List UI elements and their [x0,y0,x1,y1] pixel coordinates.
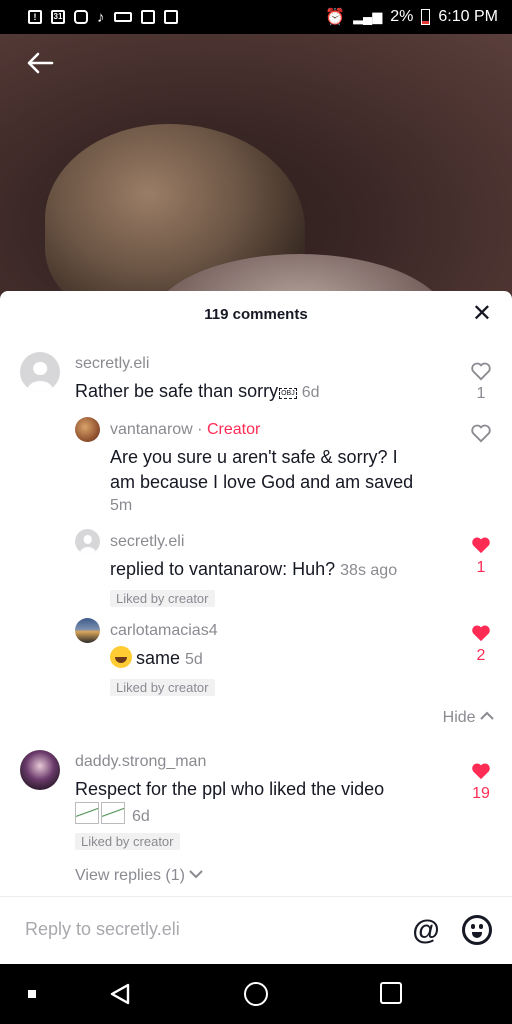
reply-item: secretly.eli replied to vantanarow: Huh?… [0,529,512,609]
heart-filled-icon [472,625,490,642]
comment-text: Rather be safe than sorry OBJ 6d [75,379,320,405]
battery-percent: 2% [390,8,414,25]
reply-username: vantanarow · Creator [110,421,260,439]
comment-body: Rather be safe than sorry [75,381,279,401]
reply-text-line-2: am because I love God and am saved [110,472,414,492]
avatar[interactable] [75,529,100,554]
creator-badge: Creator [206,421,261,438]
like-button[interactable] [470,423,492,443]
nav-recents-icon[interactable] [380,982,402,1004]
comment-time: 6d [301,384,320,401]
chart-decreasing-emoji-icon [101,802,125,824]
signal-icon: ▂▄▆ [353,9,383,24]
comments-count-title: 119 comments [204,305,308,323]
comment-item: secretly.eli Rather be safe than sorry OB… [0,349,512,409]
back-arrow-svg [27,52,54,74]
liked-by-creator-badge: Liked by creator [110,590,215,607]
reply-item: carlotamacias4 same 5d Liked by creator … [0,618,512,698]
voicemail-icon [113,12,132,22]
laughing-emoji-icon [110,646,132,668]
comment-time: 6d [132,808,150,825]
back-arrow-icon[interactable] [22,48,58,78]
nav-home-icon[interactable] [244,982,268,1006]
notification-icons: ! 31 ♪ [28,9,178,26]
comments-sheet: 119 comments ✕ secretly.eli Rather be sa… [0,291,512,964]
comment-body: Respect for the ppl who liked the video [75,779,385,799]
heart-outline-icon [471,424,491,443]
nav-dot-icon[interactable] [28,990,36,998]
tiktok-icon: ♪ [97,8,105,26]
reply-text: Are you sure u aren't safe & sorry? I am… [110,445,460,495]
like-count: 2 [476,647,486,664]
view-replies-button[interactable]: View replies (1) [75,867,204,885]
instagram-icon [74,10,88,24]
clipboard-icon [163,10,178,24]
reply-time: 5d [185,651,203,668]
battery-icon [421,9,431,25]
like-button[interactable]: 19 [470,761,492,803]
android-nav-bar [0,964,512,1024]
reply-text-line-1: Are you sure u aren't safe & sorry? I [110,447,398,467]
reply-body: same [136,648,181,668]
reply-username[interactable]: carlotamacias4 [110,622,218,640]
clock: 6:10 PM [438,8,498,25]
like-count: 1 [476,385,486,402]
reply-text: same 5d [110,646,203,672]
comment-username[interactable]: secretly.eli [75,355,149,373]
like-count: 19 [472,785,490,802]
chevron-down-icon [189,870,204,879]
comment-username[interactable]: daddy.strong_man [75,753,206,771]
reply-input[interactable] [25,919,385,940]
heart-filled-icon [472,537,490,554]
hide-label: Hide [442,709,476,726]
reply-item: vantanarow · Creator Are you sure u aren… [0,417,512,517]
comment-emoji-row: 6d [75,802,445,829]
heart-outline-icon [471,362,491,381]
reply-text: replied to vantanarow: Huh? 38s ago [110,557,397,583]
avatar[interactable] [75,417,100,442]
mention-icon[interactable]: @ [410,915,442,947]
heart-filled-icon [472,763,490,780]
nav-back-icon[interactable] [108,982,132,1006]
like-button[interactable]: 2 [470,623,492,665]
like-count: 1 [476,559,486,576]
chevron-up-icon [480,711,494,720]
reply-time: 5m [110,497,133,514]
comment-item: daddy.strong_man Respect for the ppl who… [0,747,512,887]
reply-username[interactable]: secretly.eli [110,533,184,551]
comment-text: Respect for the ppl who liked the video … [75,777,445,829]
status-bar: ! 31 ♪ ⏰ ▂▄▆ 2% 6:10 PM [0,0,512,34]
system-status: ⏰ ▂▄▆ 2% 6:10 PM [325,7,498,27]
reply-body: replied to vantanarow: Huh? [110,559,336,579]
chart-decreasing-emoji-icon [75,802,99,824]
name-separator: · [197,421,203,438]
like-button[interactable]: 1 [470,535,492,577]
reply-time: 38s ago [340,562,398,579]
close-icon[interactable]: ✕ [472,302,492,326]
avatar[interactable] [20,750,60,790]
video-preview[interactable] [0,34,512,304]
liked-by-creator-badge: Liked by creator [110,679,215,696]
avatar[interactable] [75,618,100,643]
gallery-icon [140,10,155,24]
view-replies-label: View replies (1) [75,867,185,884]
liked-by-creator-badge: Liked by creator [75,833,180,850]
like-button[interactable]: 1 [470,361,492,403]
obj-placeholder: OBJ [279,388,297,399]
avatar[interactable] [20,352,60,392]
alert-icon: ! [28,10,42,24]
hide-replies-button[interactable]: Hide [443,709,494,727]
alarm-icon: ⏰ [325,9,346,26]
reply-bar: @ [0,896,512,964]
sheet-header: 119 comments ✕ [0,291,512,337]
reply-username-text[interactable]: vantanarow [110,421,193,438]
calendar-icon: 31 [51,10,65,24]
emoji-picker-icon[interactable] [462,915,492,945]
